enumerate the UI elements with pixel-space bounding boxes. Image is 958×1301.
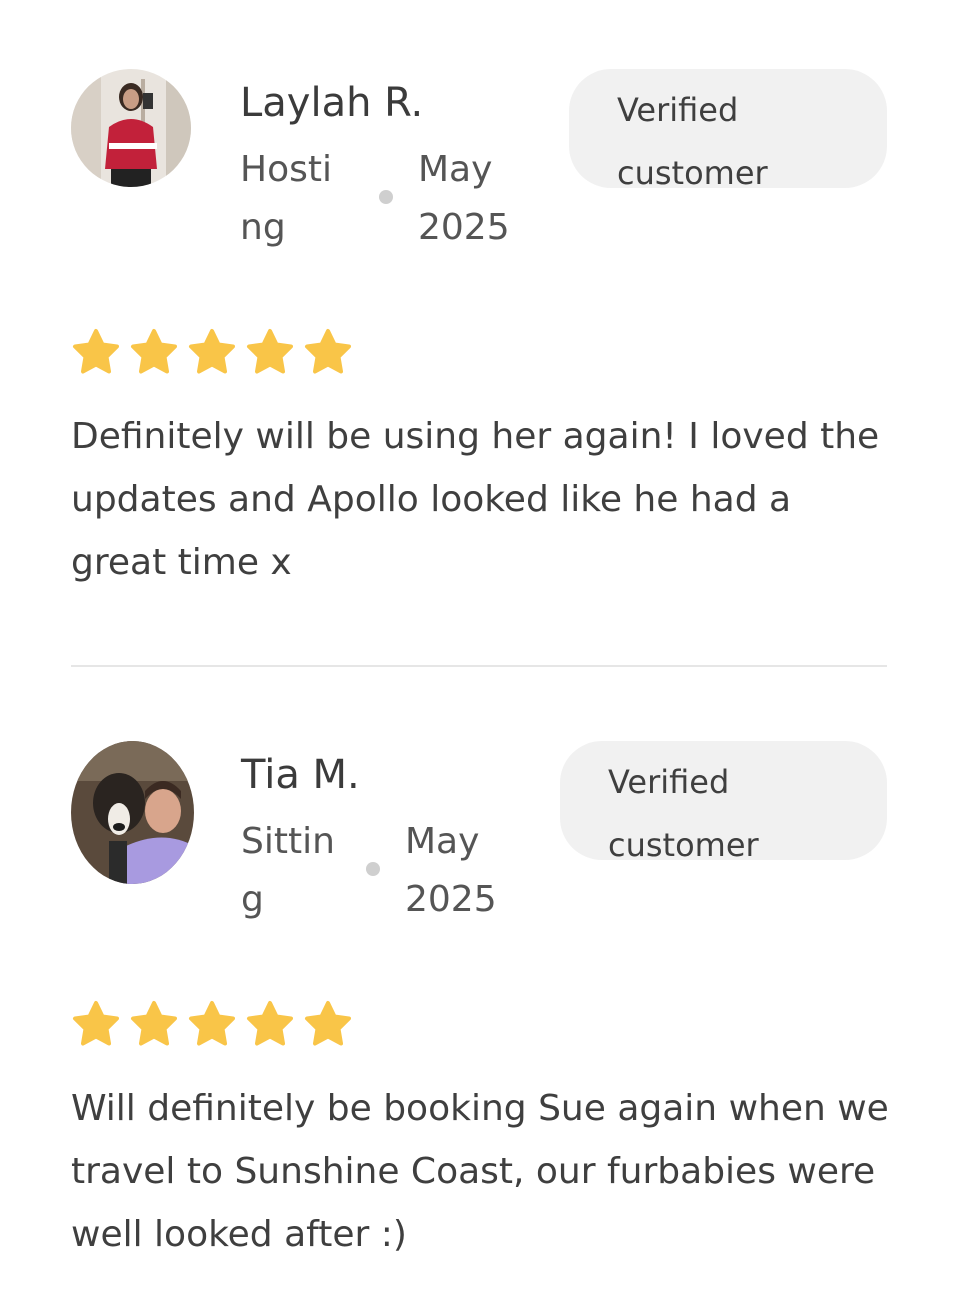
- verified-badge-label: Verified customer: [608, 763, 759, 864]
- star-icon: [305, 329, 351, 374]
- verified-badge: Verified customer: [569, 69, 887, 192]
- star-icon: [131, 1001, 177, 1046]
- review-date: May 2025: [418, 149, 510, 248]
- review-divider: [71, 665, 887, 667]
- star-icon: [73, 1001, 119, 1046]
- star-icon: [247, 329, 293, 374]
- verified-badge: Verified customer: [560, 741, 887, 864]
- service-type: Hosting: [240, 149, 332, 248]
- star-icon: [247, 1001, 293, 1046]
- star-icon: [305, 1001, 351, 1046]
- separator-dot: [379, 190, 393, 204]
- reviewer-avatar[interactable]: [71, 69, 191, 187]
- service-type: Sitting: [241, 821, 335, 920]
- reviewer-avatar[interactable]: [71, 741, 194, 884]
- review-text: Will definitely be booking Sue again whe…: [71, 1088, 889, 1255]
- reviewer-name: Laylah R.: [240, 80, 424, 126]
- star-icon: [189, 329, 235, 374]
- verified-badge-label: Verified customer: [617, 91, 768, 192]
- star-rating: [71, 1000, 353, 1048]
- star-icon: [189, 1001, 235, 1046]
- avatar-photo: [71, 69, 191, 187]
- review-text: Definitely will be using her again! I lo…: [71, 416, 880, 583]
- avatar-photo: [71, 741, 194, 884]
- reviewer-name: Tia M.: [241, 752, 360, 798]
- star-icon: [73, 329, 119, 374]
- star-icon: [131, 329, 177, 374]
- separator-dot: [366, 862, 380, 876]
- review-date: May 2025: [405, 821, 497, 920]
- star-rating: [71, 328, 353, 376]
